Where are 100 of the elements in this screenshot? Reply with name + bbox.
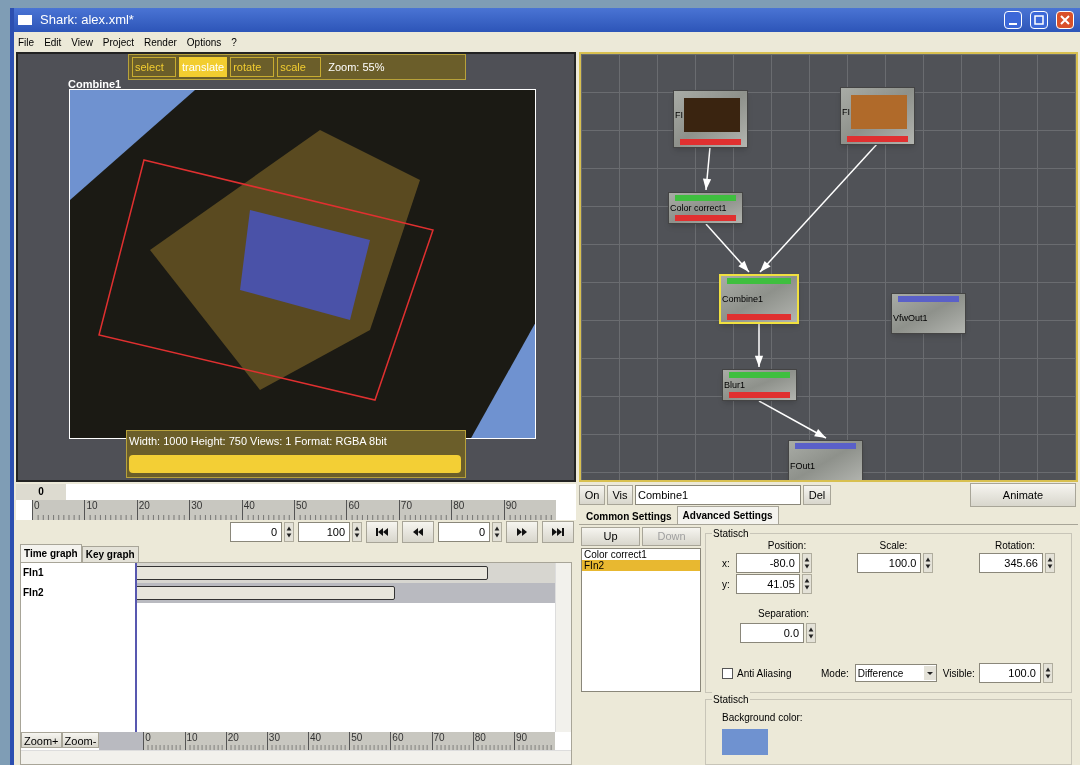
ruler-label: 80 — [474, 732, 487, 743]
vertical-scrollbar[interactable] — [555, 563, 571, 732]
node-input-bar — [795, 443, 856, 449]
scale-field[interactable]: 100.0 — [857, 553, 922, 573]
visible-field[interactable]: 100.0 — [978, 663, 1041, 683]
mode-dropdown[interactable]: Difference — [854, 664, 937, 682]
previous-frame-button[interactable] — [402, 521, 434, 543]
ruler-label: 60 — [348, 500, 361, 511]
thumbnail-placeholder — [684, 98, 740, 132]
spin-arrows-icon[interactable] — [492, 522, 502, 542]
menu-item[interactable]: Render — [144, 34, 177, 50]
maximize-icon — [1034, 15, 1044, 25]
menu-item[interactable]: Project — [102, 34, 134, 50]
horizontal-scrollbar[interactable] — [21, 750, 571, 764]
zoom-label: Zoom: 55% — [328, 59, 385, 75]
maximize-button[interactable] — [1030, 11, 1048, 29]
menu-item[interactable]: Edit — [44, 34, 62, 50]
ruler-label: 20 — [138, 500, 151, 511]
frame-ruler[interactable]: 0 10 20 30 40 50 60 70 80 90 — [32, 500, 556, 520]
checkbox[interactable] — [722, 667, 733, 679]
on-button[interactable]: On — [579, 485, 605, 505]
tool-button[interactable]: scale — [277, 57, 322, 77]
spin-arrows-icon[interactable] — [801, 553, 812, 573]
close-button[interactable] — [1056, 11, 1074, 29]
menu-item[interactable]: ? — [231, 34, 237, 50]
field-label: Position: — [767, 539, 807, 553]
zoom-button[interactable]: Zoom- — [61, 732, 100, 748]
clip-bar[interactable] — [135, 566, 488, 580]
delete-button[interactable]: Del — [803, 485, 831, 505]
y-field[interactable]: 41.05 — [735, 574, 800, 594]
tab[interactable]: Advanced Settings — [676, 506, 779, 524]
graph-node[interactable]: Blur1 — [722, 369, 797, 401]
fast-forward-icon — [517, 528, 527, 536]
track-ruler[interactable]: 0 10 20 30 40 50 60 70 80 90 — [143, 732, 555, 750]
color-swatch[interactable] — [722, 729, 768, 755]
thumbnail-placeholder — [851, 95, 907, 129]
ruler-label: 90 — [505, 500, 518, 511]
frame-field[interactable]: 0 — [438, 522, 490, 542]
tab[interactable]: Time graph — [20, 544, 82, 562]
node-input-bar — [898, 296, 959, 302]
vis-button[interactable]: Vis — [607, 485, 633, 505]
animate-button[interactable]: Animate — [970, 483, 1076, 507]
node-label: Color correct1 — [670, 203, 727, 213]
node-name-field[interactable]: Combine1 — [635, 485, 801, 505]
node-output-bar — [847, 136, 908, 142]
spin-arrows-icon[interactable] — [284, 522, 294, 542]
spin-arrows-icon[interactable] — [1042, 663, 1053, 683]
start-frame-field[interactable]: 0 — [230, 522, 282, 542]
ruler-label: 30 — [268, 732, 281, 743]
next-frame-button[interactable] — [506, 521, 538, 543]
current-frame: 0 — [16, 484, 66, 500]
ruler-label: 40 — [310, 732, 323, 743]
field-label: Scale: — [879, 539, 908, 553]
spin-arrows-icon[interactable] — [352, 522, 362, 542]
clip-bar[interactable] — [135, 586, 396, 600]
minimize-icon — [1009, 23, 1017, 25]
ruler-label: 20 — [227, 732, 240, 743]
tab[interactable]: Key graph — [81, 546, 139, 562]
menu-item[interactable]: File — [18, 34, 35, 50]
node-input-bar — [675, 195, 736, 201]
field-label: Visible: — [942, 666, 975, 681]
minimize-button[interactable] — [1004, 11, 1022, 29]
connection-arrow — [705, 223, 750, 273]
close-icon — [1060, 15, 1070, 25]
graph-node[interactable]: Color correct1 — [668, 192, 743, 224]
graph-node[interactable]: VfwOut1 — [891, 293, 966, 334]
field-label: Rotation: — [994, 539, 1035, 553]
x-field[interactable]: -80.0 — [735, 553, 800, 573]
node-label: FOut1 — [790, 461, 815, 471]
separation-field[interactable]: 0.0 — [740, 623, 804, 643]
field-label: x: — [722, 556, 730, 571]
graph-node[interactable]: FI — [840, 87, 915, 145]
image-info: Width: 1000 Height: 750 Views: 1 Format: RGBA 8bit — [129, 434, 388, 449]
last-frame-button[interactable] — [542, 521, 574, 543]
tool-button[interactable]: select — [132, 57, 176, 77]
list-item[interactable]: Color correct1 — [582, 549, 700, 560]
first-frame-button[interactable] — [366, 521, 398, 543]
spin-arrows-icon[interactable] — [801, 574, 812, 594]
spin-arrows-icon[interactable] — [806, 623, 816, 643]
up-button[interactable]: Up — [581, 527, 640, 546]
menu-item[interactable]: Options — [186, 34, 222, 50]
spin-arrows-icon[interactable] — [923, 553, 934, 573]
list-item[interactable]: FIn2 — [582, 560, 700, 571]
menu-item[interactable]: View — [71, 34, 93, 50]
end-frame-field[interactable]: 100 — [298, 522, 350, 542]
ruler-label: 0 — [34, 500, 41, 511]
skip-start-icon — [376, 528, 388, 536]
tool-button[interactable]: rotate — [230, 57, 275, 77]
tab[interactable]: Common Settings — [581, 508, 677, 524]
node-name-label: Combine1 — [68, 77, 122, 92]
graph-node[interactable]: Combine1 — [719, 274, 799, 324]
zoom-button[interactable]: Zoom+ — [21, 732, 62, 748]
node-output-bar — [727, 314, 791, 320]
graph-node[interactable]: FOut1 — [788, 440, 863, 480]
rotation-field[interactable]: 345.66 — [979, 553, 1043, 573]
graph-node[interactable]: FI — [673, 90, 748, 148]
node-label: FI — [842, 107, 850, 117]
spin-arrows-icon[interactable] — [1045, 553, 1055, 573]
connection-arrow — [758, 400, 827, 439]
field-label: Background color: — [722, 711, 804, 725]
